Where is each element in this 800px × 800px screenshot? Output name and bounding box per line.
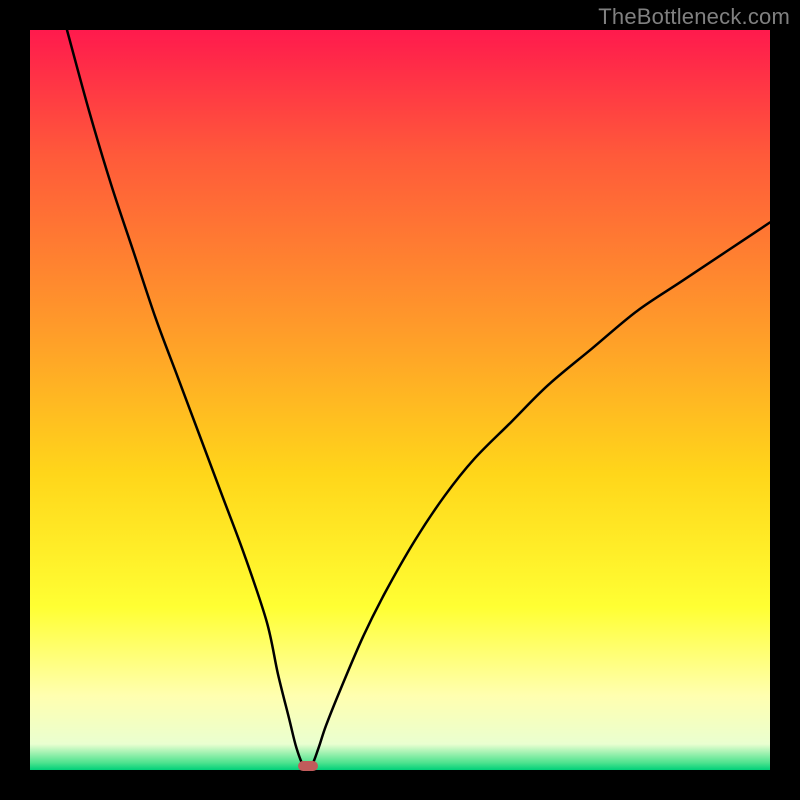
plot-area — [30, 30, 770, 770]
chart-curve — [30, 30, 770, 770]
watermark-text: TheBottleneck.com — [598, 4, 790, 30]
minimum-marker — [298, 761, 318, 771]
chart-frame: TheBottleneck.com — [0, 0, 800, 800]
